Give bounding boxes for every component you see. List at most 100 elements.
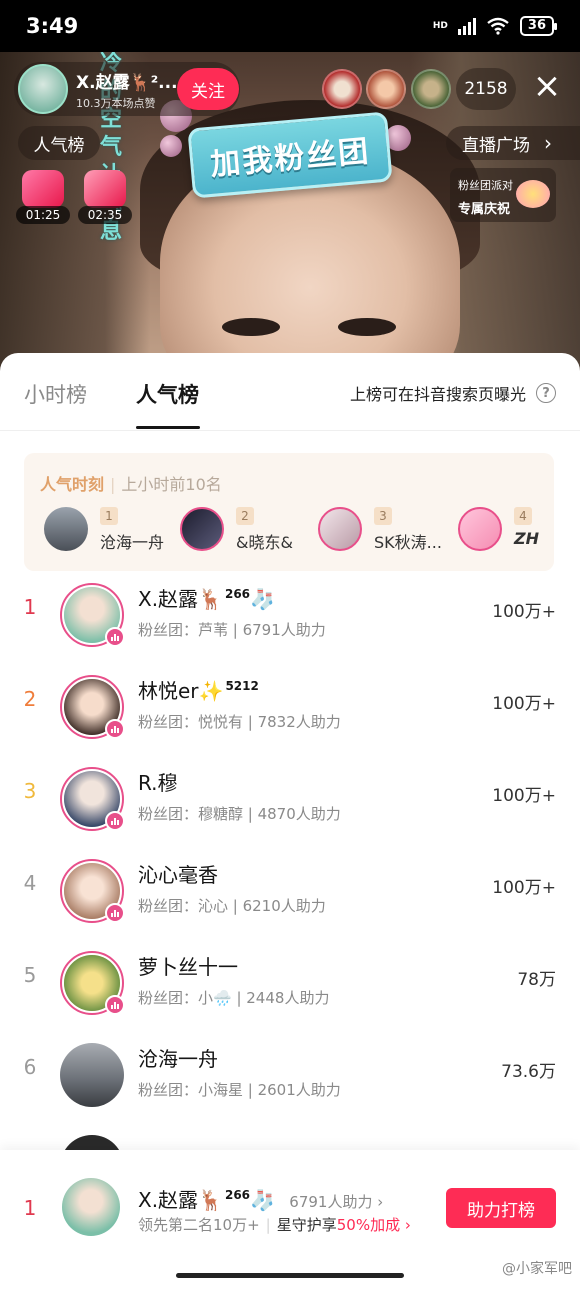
rank-number: 4 [23,871,37,895]
streamer-name: 沁心毫香 [138,863,218,887]
follow-button[interactable]: 关注 [177,68,239,110]
gift-icon [22,170,64,208]
ranking-row[interactable]: 1 X.赵露🦌 266🧦 粉丝团：芦苇 | 6791人助力 100万+ [0,569,580,661]
fan-club-meta: 粉丝团：穆糖醇 | 4870人助力 [138,805,341,823]
help-icon[interactable]: ? [536,383,556,403]
battery-icon: 36 [519,16,558,36]
heart-icon [516,180,550,208]
viewer-avatar[interactable] [322,69,362,109]
ranking-row[interactable]: 2 林悦er✨ 5212 粉丝团：悦悦有 | 7832人助力 100万+ [0,661,580,753]
moment-rank: 4 [514,507,532,525]
moment-item[interactable]: 2 &晓东& [180,507,310,555]
streamer-likes: 10.3万本场点赞 [76,96,156,110]
streamer-name: 林悦er✨ 5212 [138,679,259,703]
moment-name: ZH [514,529,539,548]
popularity-score: 100万+ [492,786,556,806]
live-plaza-chip[interactable]: 直播广场 › [446,126,580,160]
status-icons: HD 36 [432,16,558,36]
ranking-row[interactable]: 3 R.穆 粉丝团：穆糖醇 | 4870人助力 100万+ [0,753,580,845]
moment-name: 沧海一舟 [100,533,165,552]
streamer-avatar[interactable] [18,64,68,114]
close-icon[interactable]: × [530,69,564,105]
rank-number: 2 [23,687,37,711]
fan-club-meta: 粉丝团：芦苇 | 6791人助力 [138,621,326,639]
avatar [60,1043,124,1107]
ranking-tabs: 小时榜 人气榜 上榜可在抖音搜索页曝光 ? [0,353,580,431]
wifi-icon [487,17,509,35]
gift-timer: 02:35 [78,206,132,224]
live-indicator-icon [105,903,125,923]
popularity-score: 100万+ [492,694,556,714]
avatar [180,507,224,551]
assist-count-link[interactable]: 6791人助力 › [289,1193,383,1211]
current-streamer-name: X.赵露🦌 266🧦 6791人助力 › [138,1188,384,1212]
fan-club-meta: 粉丝团：小海星 | 2601人助力 [138,1081,341,1099]
gift-timer: 01:25 [16,206,70,224]
decor-ball [160,135,182,157]
popularity-chip[interactable]: 人气榜 [18,126,100,160]
popularity-score: 78万 [517,970,556,990]
exposure-info[interactable]: 上榜可在抖音搜索页曝光 ? [350,381,556,405]
ranking-sheet: 小时榜 人气榜 上榜可在抖音搜索页曝光 ? 人气时刻 | 上小时前10名 1 沧海一… [0,353,580,1289]
live-indicator-icon [105,719,125,739]
streamer-name: 萝卜丝十一 [138,955,238,979]
moment-item[interactable]: 4 ZH [458,507,548,555]
fan-club-sign-text: 加我粉丝团 [209,134,372,183]
home-indicator[interactable] [176,1273,404,1278]
popularity-score: 73.6万 [501,1062,556,1082]
fan-club-meta: 粉丝团：小🌧️ | 2448人助力 [138,989,330,1007]
status-bar: 3:49 HD 36 [0,0,580,52]
chevron-right-icon: › [544,131,552,155]
avatar [318,507,362,551]
viewer-avatar[interactable] [366,69,406,109]
guard-bonus-link[interactable]: 50%加成 › [337,1216,411,1234]
fan-party-banner[interactable]: 粉丝团派对 专属庆祝 [450,168,556,222]
rank-number: 1 [23,595,37,619]
timed-gift-1[interactable]: 01:25 [16,170,70,224]
boost-rank-button[interactable]: 助力打榜 [446,1188,556,1228]
ranking-row[interactable]: 5 萝卜丝十一 粉丝团：小🌧️ | 2448人助力 78万 [0,937,580,1029]
status-time: 3:49 [26,14,79,38]
viewer-avatar[interactable] [411,69,451,109]
signal-icon [457,17,476,35]
moment-name: &晓东& [236,533,293,552]
avatar [458,507,502,551]
tab-hourly[interactable]: 小时榜 [24,379,87,409]
current-rank: 1 [23,1196,37,1220]
rank-number: 6 [23,1055,37,1079]
moment-item[interactable]: 3 SK秋涛... [318,507,448,555]
popularity-score: 100万+ [492,602,556,622]
streamer-name: X.赵露🦌²... [76,72,178,93]
moment-subtitle: 上小时前10名 [121,475,222,494]
streamer-eye [338,318,396,336]
moment-rank: 2 [236,507,254,525]
live-indicator-icon [105,811,125,831]
tab-popularity[interactable]: 人气榜 [136,379,199,409]
moment-item[interactable]: 1 沧海一舟 [44,507,174,555]
ranking-row[interactable]: 6 沧海一舟 粉丝团：小海星 | 2601人助力 73.6万 [0,1029,580,1121]
watermark: @小家军吧 [502,1261,572,1277]
streamer-name: X.赵露🦌 266🧦 [138,587,275,611]
streamer-name: R.穆 [138,771,178,795]
rank-number: 3 [23,779,37,803]
exposure-text: 上榜可在抖音搜索页曝光 [349,385,526,404]
avatar[interactable] [62,1178,120,1236]
timed-gift-2[interactable]: 02:35 [78,170,132,224]
moment-header: 人气时刻 | 上小时前10名 [40,475,222,494]
live-indicator-icon [105,627,125,647]
moment-rank: 3 [374,507,392,525]
fan-club-meta: 粉丝团：沁心 | 6210人助力 [138,897,326,915]
moment-title: 人气时刻 [40,475,105,494]
hd-icon: HD [432,20,448,31]
popularity-moment-card: 人气时刻 | 上小时前10名 1 沧海一舟 2 &晓东& 3 SK秋涛... 4 Z… [24,453,554,571]
viewer-count[interactable]: 2158 [456,68,516,110]
gift-icon [84,170,126,208]
app-root: 冷的空气让气息 加我粉丝团 3:49 HD 36 X.赵露🦌²... 10.3万… [0,0,580,1289]
ranking-row[interactable]: 4 沁心毫香 粉丝团：沁心 | 6210人助力 100万+ [0,845,580,937]
streamer-info: X.赵露🦌²... 10.3万本场点赞 [76,68,178,111]
moment-name: SK秋涛... [374,533,442,552]
rank-number: 5 [23,963,37,987]
current-streamer-sub: 领先第二名10万+ | 星守护享50%加成 › [138,1216,411,1234]
moment-rank: 1 [100,507,118,525]
current-streamer-bar: 1 X.赵露🦌 266🧦 6791人助力 › 领先第二名10万+ | 星守护享50%加… [0,1150,580,1289]
